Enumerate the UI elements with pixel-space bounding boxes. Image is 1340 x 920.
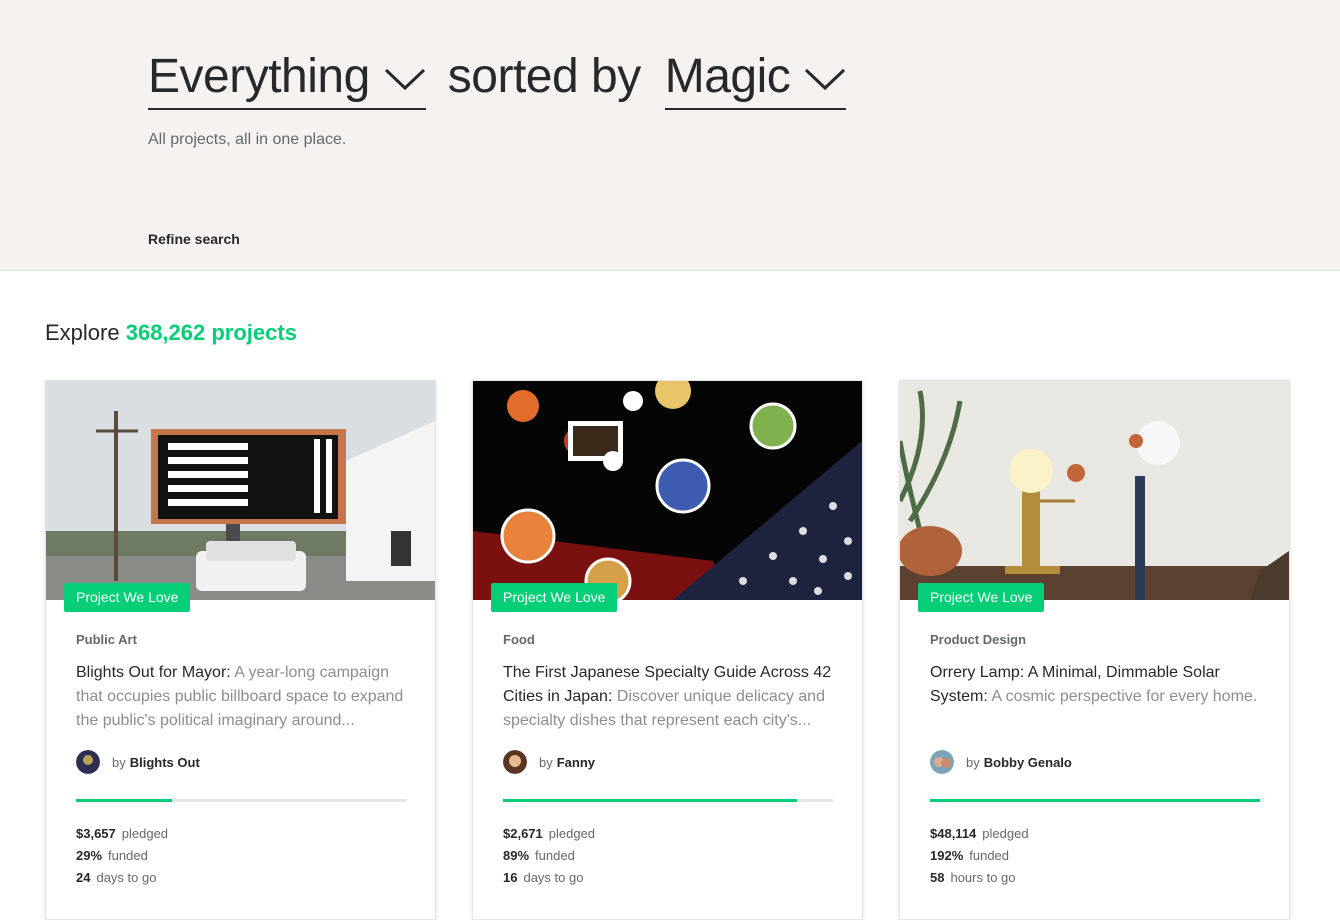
project-we-love-badge: Project We Love bbox=[64, 583, 191, 612]
hero-header: Everything sorted by Magic All projects,… bbox=[0, 0, 1340, 271]
funding-progress-fill bbox=[503, 799, 797, 802]
pledged-label: pledged bbox=[121, 826, 169, 841]
pledged-amount: $48,114 bbox=[930, 826, 977, 841]
funded-row: 89% funded bbox=[503, 845, 595, 867]
creator-name-link[interactable]: Bobby Genalo bbox=[984, 755, 1072, 770]
funding-progress-bar bbox=[503, 799, 833, 802]
funded-label: funded bbox=[969, 848, 1010, 863]
pledged-row: $2,671 pledged bbox=[503, 823, 595, 845]
sort-value: Magic bbox=[664, 49, 791, 103]
creator-row: by Blights Out bbox=[76, 750, 200, 774]
project-card[interactable]: Project We Love Public Art Blights Out f… bbox=[45, 380, 436, 920]
project-description[interactable]: Orrery Lamp: A Minimal, Dimmable Solar S… bbox=[930, 661, 1262, 733]
funding-progress-fill bbox=[76, 799, 172, 802]
by-label: by bbox=[966, 754, 980, 770]
funding-progress-fill bbox=[930, 799, 1260, 802]
chevron-down-icon bbox=[805, 68, 846, 91]
creator-row: by Bobby Genalo bbox=[930, 750, 1072, 774]
avatar bbox=[503, 750, 527, 774]
by-label: by bbox=[112, 754, 126, 770]
hero-subtitle: All projects, all in one place. bbox=[148, 131, 347, 148]
time-left-value: 24 bbox=[76, 870, 91, 885]
project-we-love-badge: Project We Love bbox=[491, 583, 618, 612]
funding-stats: $2,671 pledged 89% funded 16 days to go bbox=[503, 823, 595, 889]
search-sentence: Everything sorted by Magic bbox=[148, 44, 847, 110]
project-description[interactable]: Blights Out for Mayor: A year-long campa… bbox=[76, 661, 408, 733]
refine-search-link[interactable]: Refine search bbox=[148, 231, 240, 247]
category-filter-value: Everything bbox=[148, 49, 370, 103]
avatar bbox=[76, 750, 100, 774]
time-left-value: 58 bbox=[930, 870, 945, 885]
project-title: Blights Out for Mayor: bbox=[76, 664, 231, 681]
category-link[interactable]: Food bbox=[503, 632, 535, 647]
category-link[interactable]: Product Design bbox=[930, 632, 1026, 647]
pledged-amount: $2,671 bbox=[503, 826, 543, 841]
funded-percent: 29% bbox=[76, 848, 103, 863]
chevron-down-icon bbox=[384, 68, 425, 91]
creator-name-link[interactable]: Fanny bbox=[557, 755, 595, 770]
time-left-row: 58 hours to go bbox=[930, 867, 1029, 889]
time-left-value: 16 bbox=[503, 870, 518, 885]
project-image[interactable] bbox=[46, 381, 435, 600]
project-count-link[interactable]: 368,262 projects bbox=[126, 320, 297, 345]
funded-percent: 89% bbox=[503, 848, 530, 863]
project-card[interactable]: Project We Love Product Design Orrery La… bbox=[899, 380, 1290, 920]
explore-heading: Explore 368,262 projects bbox=[45, 320, 297, 346]
time-left-label: days to go bbox=[523, 870, 584, 885]
creator-name-link[interactable]: Blights Out bbox=[130, 755, 200, 770]
time-left-row: 24 days to go bbox=[76, 867, 168, 889]
by-label: by bbox=[539, 754, 553, 770]
creator-row: by Fanny bbox=[503, 750, 595, 774]
explore-prefix: Explore bbox=[45, 320, 120, 345]
pledged-amount: $3,657 bbox=[76, 826, 116, 841]
funding-stats: $3,657 pledged 29% funded 24 days to go bbox=[76, 823, 168, 889]
pledged-label: pledged bbox=[982, 826, 1029, 841]
funding-progress-bar bbox=[930, 799, 1260, 802]
category-filter-dropdown[interactable]: Everything bbox=[148, 44, 426, 110]
pledged-row: $3,657 pledged bbox=[76, 823, 168, 845]
funded-row: 192% funded bbox=[930, 845, 1029, 867]
project-blurb: A cosmic perspective for every home. bbox=[991, 688, 1258, 705]
project-description[interactable]: The First Japanese Specialty Guide Acros… bbox=[503, 661, 835, 733]
sort-dropdown[interactable]: Magic bbox=[664, 44, 847, 110]
sorted-by-label: sorted by bbox=[447, 50, 641, 103]
funded-label: funded bbox=[535, 848, 575, 863]
pledged-label: pledged bbox=[548, 826, 596, 841]
funded-row: 29% funded bbox=[76, 845, 168, 867]
funded-label: funded bbox=[108, 848, 148, 863]
funding-progress-bar bbox=[76, 799, 406, 802]
funding-stats: $48,114 pledged 192% funded 58 hours to go bbox=[930, 823, 1029, 889]
pledged-row: $48,114 pledged bbox=[930, 823, 1029, 845]
time-left-label: days to go bbox=[96, 870, 157, 885]
project-image[interactable] bbox=[900, 381, 1289, 600]
avatar bbox=[930, 750, 954, 774]
project-image[interactable] bbox=[473, 381, 862, 600]
funded-percent: 192% bbox=[930, 848, 964, 863]
project-card[interactable]: Project We Love Food The First Japanese … bbox=[472, 380, 863, 920]
project-we-love-badge: Project We Love bbox=[918, 583, 1045, 612]
time-left-label: hours to go bbox=[950, 870, 1016, 885]
category-link[interactable]: Public Art bbox=[76, 632, 137, 647]
time-left-row: 16 days to go bbox=[503, 867, 595, 889]
